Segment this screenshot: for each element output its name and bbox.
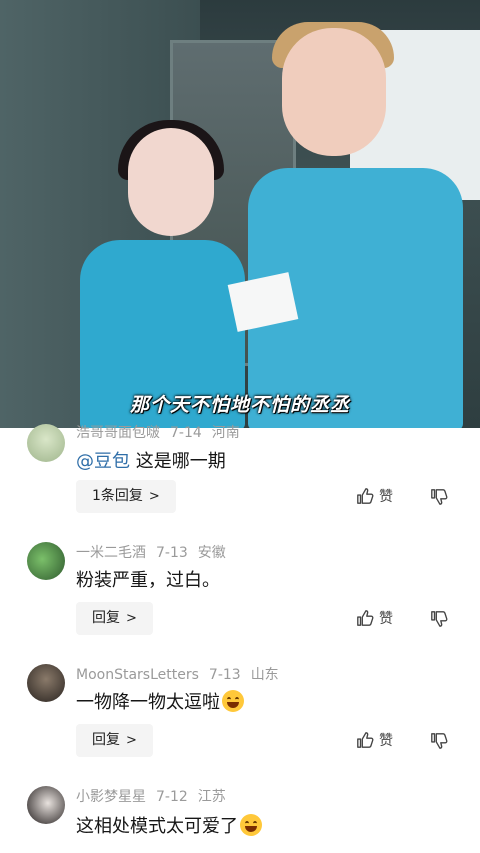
like-button[interactable]: 赞 [356, 730, 393, 750]
dislike-button[interactable] [430, 610, 448, 632]
username[interactable]: MoonStarsLetters [76, 667, 199, 683]
thumbs-down-icon [431, 611, 448, 627]
video-player[interactable]: 那个天不怕地不怕的丞丞 [0, 0, 480, 428]
avatar[interactable] [27, 424, 65, 462]
thumbs-up-icon [357, 488, 374, 504]
person-left-face [128, 128, 214, 236]
username[interactable]: 浩哥哥面包啵 [76, 425, 160, 441]
person-right-face [282, 28, 386, 156]
comment-location: 山东 [250, 667, 279, 683]
comment-meta: MoonStarsLetters 7-13 山东 [76, 664, 289, 684]
comment-text: @豆包 这是哪一期 [76, 447, 226, 473]
username[interactable]: 小影梦星星 [76, 789, 146, 805]
comment-body: 这相处模式太可爱了 [76, 816, 238, 837]
thumbs-up-icon [357, 610, 374, 626]
like-label: 赞 [379, 733, 393, 749]
reply-label: 回复 [92, 610, 120, 626]
mention-link[interactable]: @豆包 [76, 451, 130, 472]
comment-body: 这是哪一期 [135, 451, 226, 472]
comment-body: 一物降一物太逗啦 [76, 692, 220, 713]
avatar[interactable] [27, 664, 65, 702]
thumbs-up-icon [357, 732, 374, 748]
like-label: 赞 [379, 489, 393, 505]
comment-date: 7-12 [156, 789, 188, 805]
comment-text: 粉装严重，过白。 [76, 570, 220, 591]
comment-meta: 浩哥哥面包啵 7-14 河南 [76, 422, 250, 442]
comment-location: 安徽 [197, 545, 226, 561]
reply-button[interactable]: 回复 > [76, 724, 153, 757]
reply-label: 1条回复 [92, 488, 143, 504]
chevron-right-icon: > [126, 733, 137, 748]
comment-location: 江苏 [197, 789, 226, 805]
video-subtitle: 那个天不怕地不怕的丞丞 [129, 394, 350, 416]
grinning-emoji-icon [222, 690, 244, 712]
like-label: 赞 [379, 611, 393, 627]
comment-date: 7-13 [208, 667, 241, 683]
username[interactable]: 一米二毛酒 [76, 545, 146, 561]
comment-text: 这相处模式太可爱了 [76, 812, 262, 838]
comment-date: 7-13 [156, 545, 188, 561]
like-button[interactable]: 赞 [356, 486, 393, 506]
dislike-button[interactable] [430, 732, 448, 754]
comment-date: 7-14 [170, 425, 202, 441]
chevron-right-icon: > [148, 489, 160, 504]
thumbs-down-icon [431, 733, 448, 749]
like-button[interactable]: 赞 [356, 608, 393, 628]
avatar[interactable] [27, 786, 65, 824]
chevron-right-icon: > [126, 611, 137, 626]
grinning-emoji-icon [240, 814, 262, 836]
thumbs-down-icon [431, 489, 448, 505]
comment-location: 河南 [211, 425, 240, 441]
comment-meta: 小影梦星星 7-12 江苏 [76, 786, 236, 806]
comment-meta: 一米二毛酒 7-13 安徽 [76, 542, 236, 562]
avatar[interactable] [27, 542, 65, 580]
reply-button[interactable]: 1条回复 > [76, 480, 176, 513]
reply-label: 回复 [92, 732, 120, 748]
reply-button[interactable]: 回复 > [76, 602, 153, 635]
comment-text: 一物降一物太逗啦 [76, 688, 244, 714]
dislike-button[interactable] [430, 488, 448, 510]
